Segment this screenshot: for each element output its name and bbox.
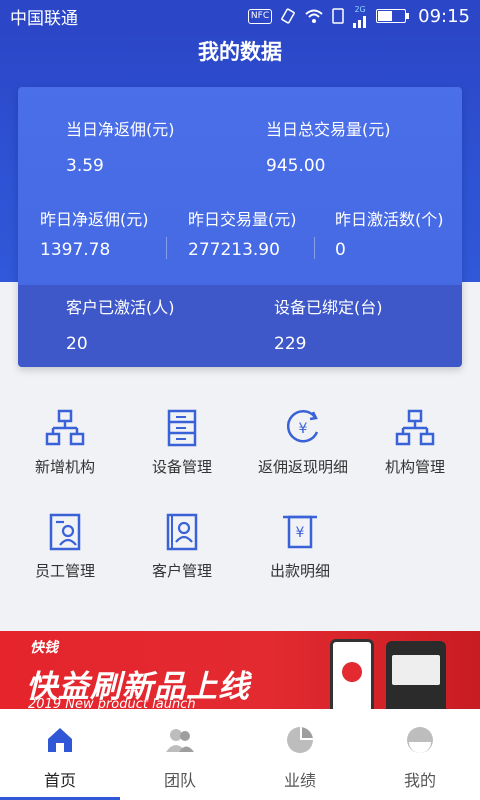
signal-icon	[353, 15, 367, 28]
employee-card-icon	[49, 513, 81, 551]
menu-label: 新增机构	[34, 458, 95, 476]
stat-label: 昨日净返佣(元)	[40, 210, 149, 229]
status-icons: NFC 2G 09:15	[247, 4, 470, 28]
tab-label: 业绩	[283, 771, 316, 790]
svg-text:¥: ¥	[296, 525, 305, 541]
stat-label: 当日总交易量(元)	[266, 120, 391, 139]
stat-label: 昨日交易量(元)	[188, 210, 297, 229]
stat-value: 3.59	[66, 156, 104, 176]
menu-payout-details[interactable]: ¥ 出款明细	[240, 512, 360, 581]
tab-label: 团队	[163, 771, 196, 790]
stat-value: 277213.90	[188, 240, 280, 260]
stat-customers-activated: 客户已激活(人) 20	[66, 297, 175, 355]
payout-icon: ¥	[283, 515, 317, 549]
home-icon	[48, 728, 72, 752]
team-icon	[166, 729, 194, 752]
vibrate-icon	[281, 8, 295, 24]
menu-label: 客户管理	[151, 562, 212, 580]
menu-label: 设备管理	[151, 458, 212, 476]
tab-profile[interactable]: 我的	[360, 709, 480, 800]
stat-yesterday-rebate: 昨日净返佣(元) 1397.78	[40, 209, 152, 261]
stat-today-volume: 当日总交易量(元) 945.00	[266, 119, 391, 177]
menu-device-management[interactable]: 设备管理	[122, 408, 242, 477]
battery-icon	[376, 9, 410, 23]
tab-team[interactable]: 团队	[120, 709, 240, 800]
menu-add-org[interactable]: 新增机构	[5, 408, 125, 477]
phone-image	[330, 639, 374, 709]
stat-devices-bound: 设备已绑定(台) 229	[274, 297, 383, 355]
profile-icon	[407, 727, 433, 753]
menu-label: 机构管理	[384, 458, 445, 476]
stat-value: 20	[66, 334, 88, 354]
menu-label: 员工管理	[34, 562, 95, 580]
stat-label: 当日净返佣(元)	[66, 120, 175, 139]
pie-chart-icon	[287, 727, 313, 753]
menu-rebate-details[interactable]: ¥ 返佣返现明细	[240, 408, 366, 477]
menu-label: 出款明细	[269, 562, 330, 580]
sim-icon	[332, 8, 344, 24]
page-title: 我的数据	[198, 40, 282, 64]
promo-banner[interactable]: 快钱 快益刷新品上线 2019 New product launch	[0, 631, 480, 709]
tab-bar: 首页 团队 业绩 我的	[0, 709, 480, 800]
stat-today-rebate: 当日净返佣(元) 3.59	[66, 119, 175, 177]
menu-org-management[interactable]: 机构管理	[355, 408, 475, 477]
stat-value: 229	[274, 334, 307, 354]
tab-performance[interactable]: 业绩	[240, 709, 360, 800]
tab-home[interactable]: 首页	[0, 709, 120, 800]
stat-yesterday-activations: 昨日激活数(个) 0	[335, 209, 447, 261]
device-rack-icon	[167, 409, 197, 447]
tab-label: 首页	[43, 771, 76, 790]
status-bar: 中国联通 NFC 2G 09:15	[0, 0, 480, 32]
divider	[166, 237, 167, 259]
banner-brand: 快钱	[30, 640, 58, 656]
org-chart-icon	[395, 409, 435, 446]
tab-label: 我的	[403, 771, 436, 790]
customer-book-icon	[166, 513, 198, 551]
org-chart-icon	[45, 409, 85, 446]
wifi-icon	[305, 9, 323, 23]
carrier-label: 中国联通	[10, 8, 78, 29]
stat-value: 0	[335, 240, 346, 260]
clock: 09:15	[418, 5, 470, 27]
stats-card-footer: 客户已激活(人) 20 设备已绑定(台) 229	[18, 285, 462, 367]
nfc-icon: NFC	[247, 8, 273, 24]
divider	[314, 237, 315, 259]
menu-label: 返佣返现明细	[257, 458, 348, 476]
menu-customer-management[interactable]: 客户管理	[122, 512, 242, 581]
stat-label: 设备已绑定(台)	[274, 298, 383, 317]
menu-employee-management[interactable]: 员工管理	[5, 512, 125, 581]
stat-value: 1397.78	[40, 240, 111, 260]
svg-text:¥: ¥	[299, 421, 308, 437]
network-type-label: 2G	[354, 4, 366, 14]
rebate-icon: ¥	[286, 410, 319, 443]
stat-yesterday-volume: 昨日交易量(元) 277213.90	[188, 209, 300, 261]
pos-terminal-image	[386, 641, 446, 709]
stats-card: 当日净返佣(元) 3.59 当日总交易量(元) 945.00 昨日净返佣(元) …	[18, 87, 462, 367]
stat-label: 客户已激活(人)	[66, 298, 175, 317]
stat-value: 945.00	[266, 156, 326, 176]
stat-label: 昨日激活数(个)	[335, 210, 444, 229]
banner-subtitle: 2019 New product launch	[28, 697, 196, 709]
